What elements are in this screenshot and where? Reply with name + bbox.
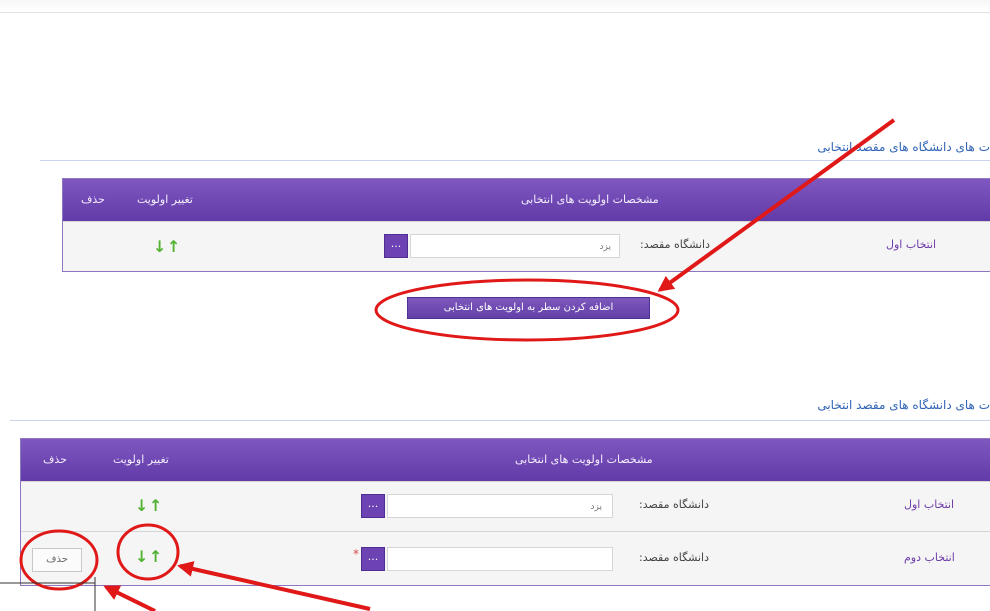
destination-university-value: یزد (590, 502, 602, 512)
priority-table-top: حذف تغيير اولويت مشخصات اولويت هاى انتخا… (62, 178, 990, 272)
destination-university-label: دانشگاه مقصد: (639, 551, 709, 564)
priority-down-icon[interactable]: ↓ (153, 239, 166, 255)
destination-university-input[interactable]: یزد (387, 494, 613, 518)
university-lookup-button[interactable]: ... (361, 547, 385, 571)
priority-up-icon[interactable]: ↑ (149, 498, 162, 514)
row-label: انتخاب دوم (904, 551, 955, 564)
delete-row-button[interactable]: حذف (32, 548, 82, 572)
priority-up-icon[interactable]: ↑ (167, 239, 180, 255)
table-row: ↓ ↑ ... یزد دانشگاه مقصد: انتخاب اول (63, 221, 990, 271)
section-rule-bottom (10, 420, 990, 421)
university-lookup-button[interactable]: ... (384, 234, 408, 258)
top-browser-line (0, 0, 990, 13)
destination-university-value: یزد (599, 242, 611, 252)
table-row: ↓ ↑ * ... دانشگاه مقصد: انتخاب دوم (21, 531, 990, 585)
table-row: ↓ ↑ ... یزد دانشگاه مقصد: انتخاب اول (21, 481, 990, 531)
priority-table-bottom: حذف تغيير اولويت مشخصات اولويت هاى انتخا… (20, 438, 990, 586)
table-header-bottom: حذف تغيير اولويت مشخصات اولويت هاى انتخا… (21, 439, 990, 481)
university-lookup-button[interactable]: ... (361, 494, 385, 518)
page: ت هاى دانشگاه هاى مقصد انتخابى حذف تغيير… (0, 0, 990, 611)
change-priority-column-header: تغيير اولويت (137, 193, 193, 206)
destination-university-input[interactable]: یزد (410, 234, 620, 258)
section-title-top: ت هاى دانشگاه هاى مقصد انتخابى (817, 140, 990, 154)
destination-university-label: دانشگاه مقصد: (640, 238, 710, 251)
red-arrow-icon (103, 585, 156, 611)
table-header-top: حذف تغيير اولويت مشخصات اولويت هاى انتخا… (63, 179, 990, 221)
delete-column-header: حذف (43, 453, 67, 466)
add-priority-row-button[interactable]: اضافه كردن سطر به اولويت هاى انتخابى (407, 297, 650, 319)
row-label: انتخاب اول (886, 238, 937, 251)
section-title-bottom: ت هاى دانشگاه هاى مقصد انتخابى (817, 398, 990, 412)
delete-column-header: حذف (81, 193, 105, 206)
priority-down-icon[interactable]: ↓ (135, 498, 148, 514)
change-priority-column-header: تغيير اولويت (113, 453, 169, 466)
priority-details-column-header: مشخصات اولويت هاى انتخابى (515, 453, 653, 466)
row-label: انتخاب اول (904, 498, 955, 511)
destination-university-label: دانشگاه مقصد: (639, 498, 709, 511)
destination-university-input[interactable] (387, 547, 613, 571)
required-mark: * (353, 547, 359, 561)
priority-down-icon[interactable]: ↓ (135, 549, 148, 565)
priority-up-icon[interactable]: ↑ (149, 549, 162, 565)
priority-details-column-header: مشخصات اولويت هاى انتخابى (521, 193, 659, 206)
section-rule-top (40, 160, 990, 161)
